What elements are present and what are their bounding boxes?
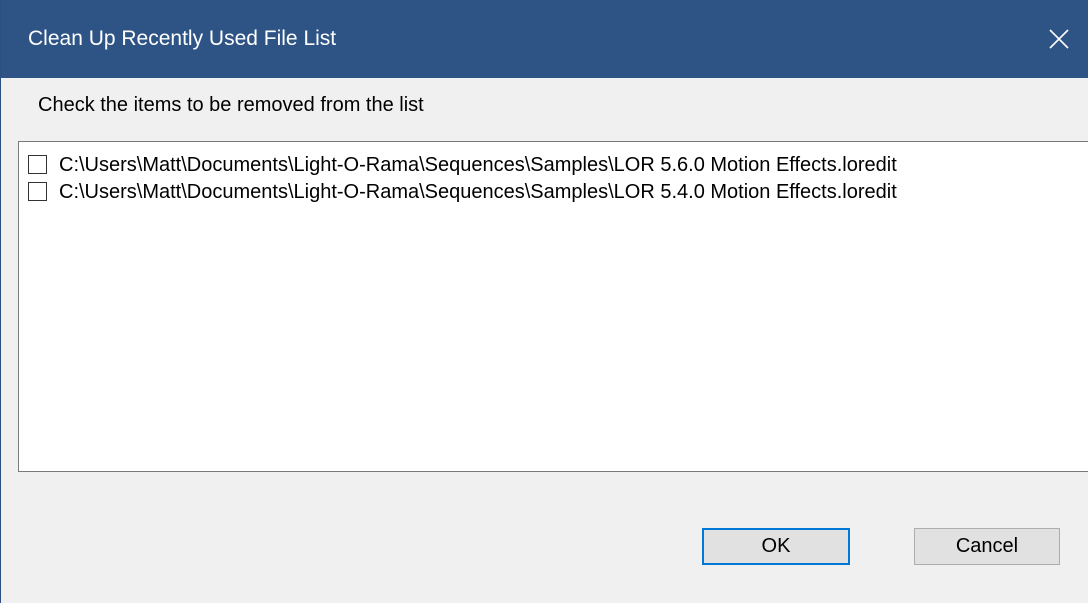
file-path-label[interactable]: C:\Users\Matt\Documents\Light-O-Rama\Seq… bbox=[59, 180, 897, 204]
ok-button[interactable]: OK bbox=[702, 528, 850, 565]
close-icon bbox=[1048, 28, 1070, 50]
item-checkbox[interactable] bbox=[28, 182, 47, 201]
title-bar[interactable]: Clean Up Recently Used File List bbox=[1, 0, 1088, 78]
window-title: Clean Up Recently Used File List bbox=[28, 27, 337, 50]
list-item[interactable]: C:\Users\Matt\Documents\Light-O-Rama\Seq… bbox=[19, 151, 1088, 179]
item-checkbox[interactable] bbox=[28, 155, 47, 174]
file-path-label[interactable]: C:\Users\Matt\Documents\Light-O-Rama\Seq… bbox=[59, 153, 897, 177]
instruction-label: Check the items to be removed from the l… bbox=[38, 94, 424, 116]
file-list[interactable]: C:\Users\Matt\Documents\Light-O-Rama\Seq… bbox=[18, 141, 1088, 472]
cancel-button[interactable]: Cancel bbox=[914, 528, 1060, 565]
close-button[interactable] bbox=[1029, 0, 1088, 78]
list-item[interactable]: C:\Users\Matt\Documents\Light-O-Rama\Seq… bbox=[19, 178, 1088, 206]
clean-up-dialog: Clean Up Recently Used File List Check t… bbox=[0, 0, 1088, 603]
